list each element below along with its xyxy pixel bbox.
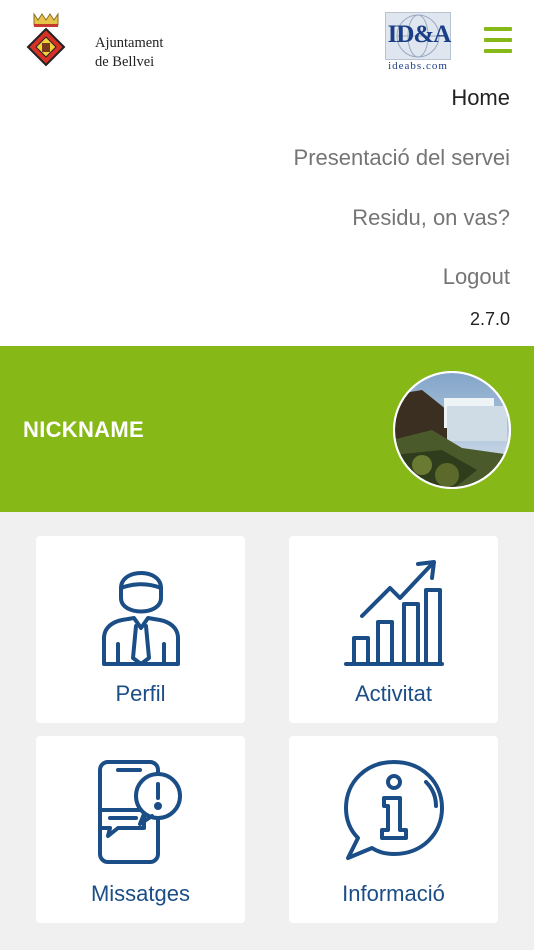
nickname-label: NICKNAME	[23, 417, 144, 442]
profile-banner: NICKNAME	[0, 346, 534, 512]
menu-item-residue[interactable]: Residu, on vas?	[352, 205, 510, 231]
user-icon	[101, 571, 180, 666]
menu-item-home[interactable]: Home	[451, 85, 510, 111]
menu-item-logout[interactable]: Logout	[443, 264, 510, 290]
partner-logo-box: ID&A	[385, 12, 451, 60]
tile-messages-label: Missatges	[90, 881, 191, 906]
tile-information-label: Informació	[342, 881, 445, 906]
message-icon	[97, 760, 182, 864]
tile-information[interactable]: Informació	[289, 736, 498, 923]
tile-profile-label: Perfil	[115, 681, 166, 706]
avatar[interactable]	[392, 370, 512, 490]
app-version: 2.7.0	[469, 309, 510, 329]
menu-item-presentation[interactable]: Presentació del servei	[294, 145, 510, 171]
municipality-logo[interactable]: Ajuntament de Bellvei	[22, 12, 163, 70]
tile-activity[interactable]: Activitat	[289, 536, 498, 723]
municipality-name: Ajuntament de Bellvei	[95, 35, 164, 70]
chart-icon	[343, 560, 444, 666]
hamburger-menu-icon[interactable]	[484, 27, 512, 53]
tile-profile[interactable]: Perfil	[36, 536, 245, 723]
partner-logo-subtitle: ideabs.com	[388, 60, 448, 72]
info-icon	[343, 760, 444, 860]
tile-activity-label: Activitat	[354, 681, 433, 706]
partner-logo[interactable]: ID&A ideabs.com	[385, 12, 451, 72]
coat-of-arms-icon	[26, 12, 66, 67]
tile-messages[interactable]: Missatges	[36, 736, 245, 923]
app-header: Ajuntament de Bellvei ID&A ideabs.com Ho…	[0, 0, 534, 346]
avatar-photo	[393, 371, 511, 489]
partner-logo-title: ID&A	[387, 21, 452, 48]
